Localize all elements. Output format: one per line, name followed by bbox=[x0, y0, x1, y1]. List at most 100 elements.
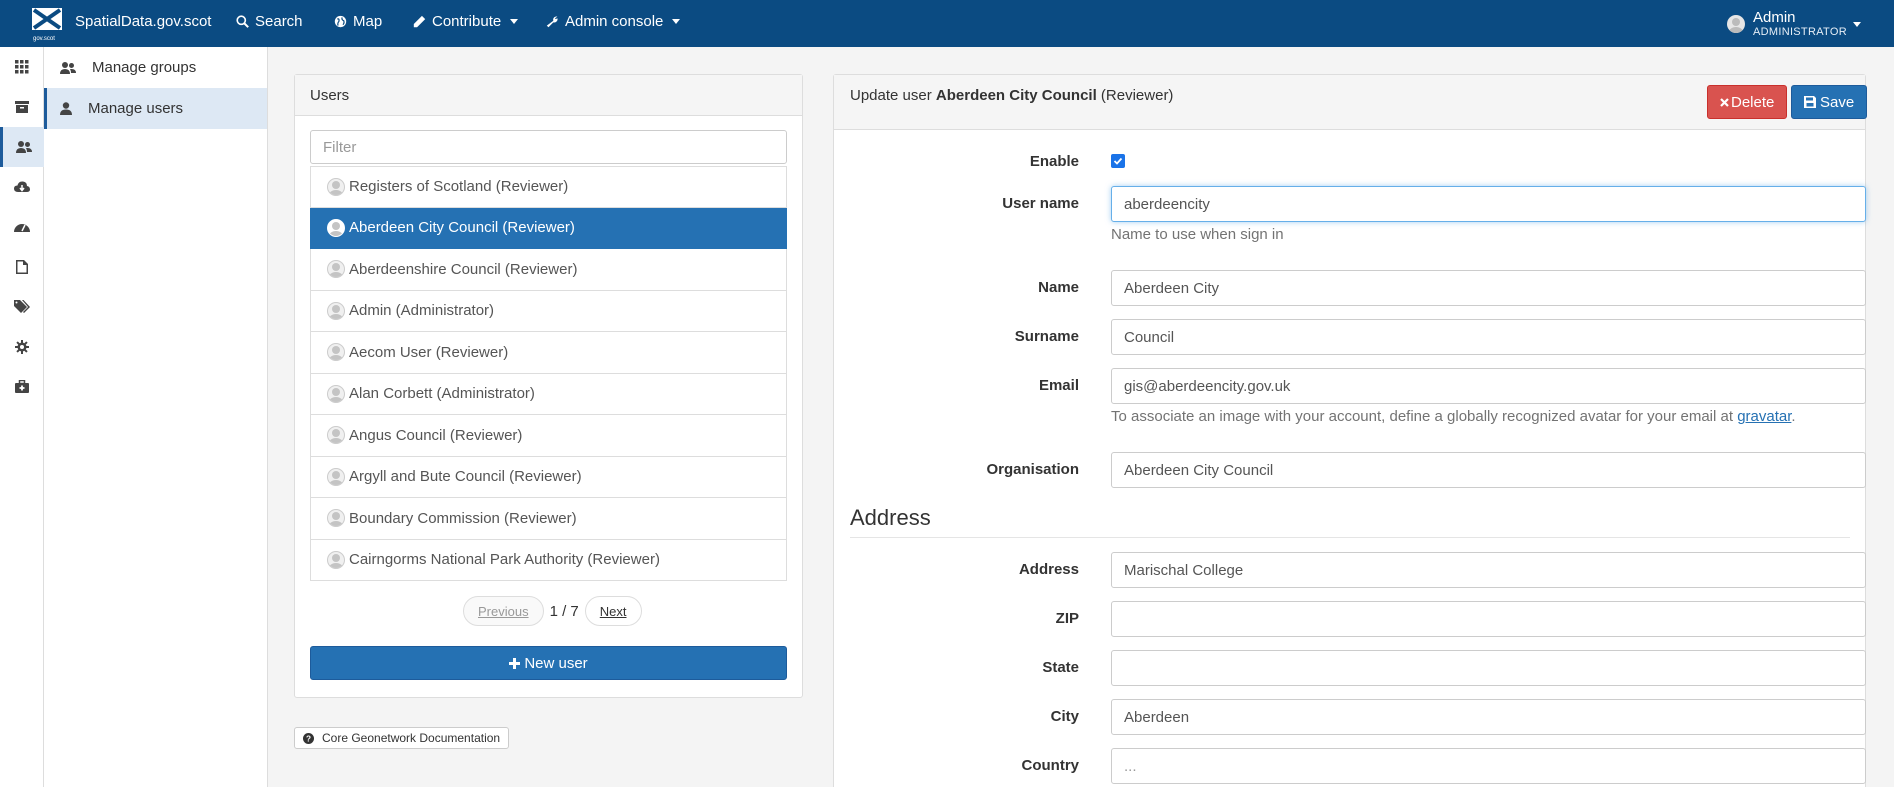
sidebar-icon-reports[interactable] bbox=[0, 247, 44, 287]
sidebar-item-manage-users[interactable]: Manage users bbox=[44, 88, 267, 129]
chevron-down-icon bbox=[1853, 22, 1861, 27]
sidebar-icon-dashboard[interactable] bbox=[0, 47, 44, 87]
organisation-field[interactable] bbox=[1111, 452, 1866, 488]
zip-field[interactable] bbox=[1111, 601, 1866, 637]
avatar bbox=[327, 467, 345, 486]
close-icon bbox=[1720, 97, 1729, 107]
sidebar-icon-metadata[interactable] bbox=[0, 87, 44, 127]
state-field[interactable] bbox=[1111, 650, 1866, 686]
avatar bbox=[327, 384, 345, 403]
delete-label: Delete bbox=[1731, 93, 1775, 111]
plus-icon bbox=[509, 657, 521, 669]
list-item-label: Aberdeenshire Council (Reviewer) bbox=[349, 260, 578, 278]
users-icon bbox=[15, 141, 32, 153]
state-label: State bbox=[1042, 659, 1079, 676]
edit-title-name: Aberdeen City Council bbox=[935, 87, 1097, 104]
edit-title-suffix: (Reviewer) bbox=[1100, 87, 1174, 104]
edit-user-panel: Update user Aberdeen City Council (Revie… bbox=[833, 74, 1868, 787]
avatar bbox=[327, 343, 345, 362]
sidebar-icon-classification[interactable] bbox=[0, 287, 44, 327]
nav-search-label: Search bbox=[255, 13, 303, 30]
list-item[interactable]: Aberdeen City Council (Reviewer) bbox=[310, 207, 787, 249]
users-panel: Users Registers of Scotland (Reviewer) Ab… bbox=[294, 74, 803, 698]
save-button[interactable]: Save bbox=[1791, 85, 1868, 119]
list-item[interactable]: Angus Council (Reviewer) bbox=[310, 415, 787, 457]
organisation-label: Organisation bbox=[986, 461, 1079, 478]
avatar bbox=[1727, 15, 1745, 33]
email-help: To associate an image with your account,… bbox=[1111, 408, 1796, 425]
username-field[interactable] bbox=[1111, 186, 1866, 222]
globe-icon bbox=[334, 15, 347, 28]
new-user-button[interactable]: New user bbox=[310, 646, 787, 680]
dashboard-icon bbox=[15, 60, 29, 74]
previous-button[interactable]: Previous bbox=[463, 596, 544, 626]
save-label: Save bbox=[1820, 93, 1855, 111]
list-item[interactable]: Registers of Scotland (Reviewer) bbox=[310, 166, 787, 208]
avatar bbox=[327, 550, 345, 569]
documentation-label: Core Geonetwork Documentation bbox=[322, 731, 501, 745]
list-item-label: Alan Corbett (Administrator) bbox=[349, 385, 535, 403]
scotland-logo[interactable] bbox=[32, 8, 62, 38]
name-field[interactable] bbox=[1111, 270, 1866, 306]
medkit-icon bbox=[15, 380, 29, 393]
filter-input[interactable] bbox=[310, 130, 787, 164]
list-item[interactable]: Argyll and Bute Council (Reviewer) bbox=[310, 456, 787, 498]
floppy-icon bbox=[1804, 96, 1816, 108]
tags-icon bbox=[14, 300, 30, 313]
email-field[interactable] bbox=[1111, 368, 1866, 404]
list-item-label: Boundary Commission (Reviewer) bbox=[349, 509, 577, 527]
list-item-label: Cairngorms National Park Authority (Revi… bbox=[349, 551, 660, 569]
username-label: User name bbox=[1002, 195, 1079, 212]
list-item[interactable]: Alan Corbett (Administrator) bbox=[310, 373, 787, 415]
nav-admin-console[interactable]: Admin console bbox=[546, 13, 681, 30]
list-item-label: Aberdeen City Council (Reviewer) bbox=[349, 219, 575, 237]
list-item-label: Admin (Administrator) bbox=[349, 302, 495, 320]
city-field[interactable] bbox=[1111, 699, 1866, 735]
sidebar-item-manage-groups[interactable]: Manage groups bbox=[44, 47, 267, 88]
sidebar-icon-tools[interactable] bbox=[0, 367, 44, 407]
user-menu[interactable]: Admin ADMINISTRATOR bbox=[1727, 7, 1861, 41]
sidebar-item-label: Manage groups bbox=[92, 59, 197, 76]
logo-text: gov.scot bbox=[33, 36, 55, 42]
documentation-button[interactable]: ? Core Geonetwork Documentation bbox=[294, 727, 510, 749]
brand-link[interactable]: SpatialData.gov.scot bbox=[75, 13, 211, 30]
page-indicator: 1 / 7 bbox=[549, 602, 579, 620]
avatar bbox=[327, 301, 345, 320]
country-field[interactable] bbox=[1111, 748, 1866, 784]
sidebar-icon-statistics[interactable] bbox=[0, 207, 44, 247]
gravatar-link[interactable]: gravatar bbox=[1737, 408, 1791, 425]
list-item[interactable]: Cairngorms National Park Authority (Revi… bbox=[310, 539, 787, 581]
address-field[interactable] bbox=[1111, 552, 1866, 588]
list-item[interactable]: Aecom User (Reviewer) bbox=[310, 332, 787, 374]
delete-button[interactable]: Delete bbox=[1707, 85, 1788, 119]
list-item[interactable]: Boundary Commission (Reviewer) bbox=[310, 498, 787, 540]
sidebar-icon-harvest[interactable] bbox=[0, 167, 44, 207]
enable-checkbox[interactable] bbox=[1111, 154, 1125, 168]
nav-search[interactable]: Search bbox=[236, 13, 303, 30]
list-item[interactable]: Aberdeenshire Council (Reviewer) bbox=[310, 249, 787, 291]
avatar bbox=[327, 260, 345, 279]
new-user-label: New user bbox=[524, 654, 588, 672]
sidebar-icon-settings[interactable] bbox=[0, 327, 44, 367]
dashboard-gauge-icon bbox=[14, 224, 30, 232]
sidebar-icon-users[interactable] bbox=[0, 127, 44, 167]
address-label: Address bbox=[1018, 561, 1079, 578]
archive-icon bbox=[15, 101, 29, 113]
users-panel-title: Users bbox=[295, 75, 802, 116]
avatar bbox=[327, 177, 345, 196]
address-section-title: Address bbox=[850, 505, 1850, 538]
avatar bbox=[327, 509, 345, 528]
email-label: Email bbox=[1038, 377, 1079, 394]
chevron-down-icon bbox=[510, 19, 519, 24]
nav-map[interactable]: Map bbox=[334, 13, 382, 30]
surname-field[interactable] bbox=[1111, 319, 1866, 355]
enable-label: Enable bbox=[1029, 153, 1079, 170]
next-button[interactable]: Next bbox=[584, 596, 642, 626]
avatar bbox=[327, 426, 345, 445]
chevron-down-icon bbox=[672, 19, 681, 24]
email-help-text: To associate an image with your account,… bbox=[1111, 408, 1734, 425]
list-item[interactable]: Admin (Administrator) bbox=[310, 290, 787, 332]
question-circle-icon: ? bbox=[303, 732, 314, 744]
edit-title-prefix: Update user bbox=[850, 87, 932, 104]
nav-contribute[interactable]: Contribute bbox=[413, 13, 519, 30]
